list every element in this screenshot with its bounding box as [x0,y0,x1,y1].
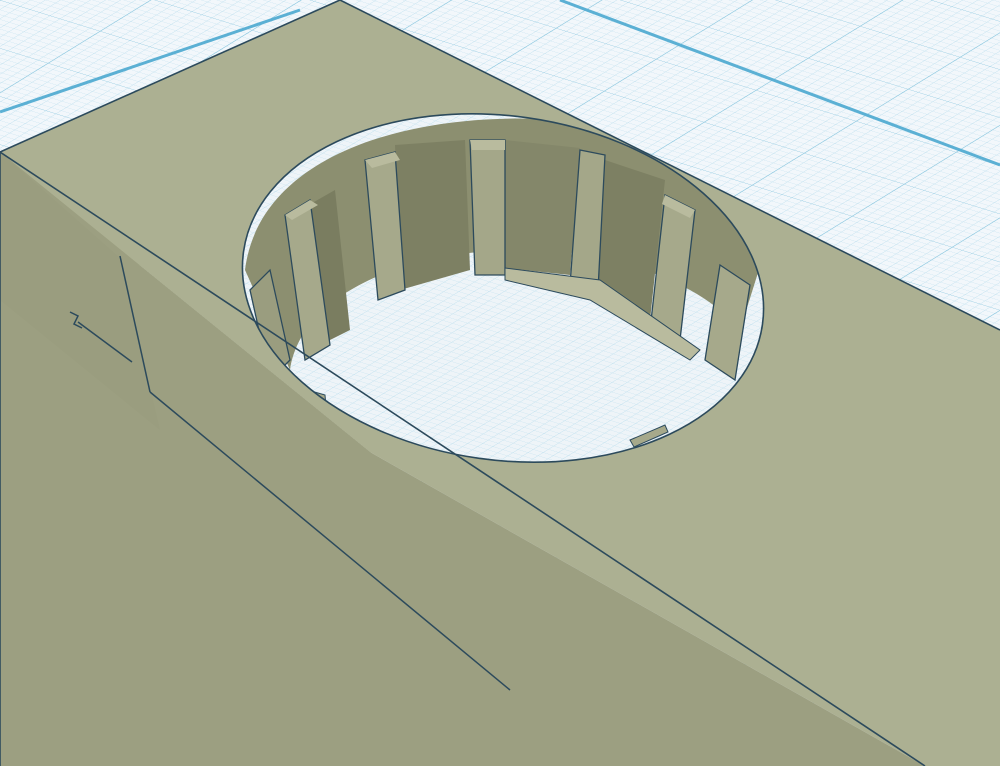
hole-rib [469,139,506,276]
scene-canvas[interactable] [0,0,1000,766]
3d-design-viewport[interactable] [0,0,1000,766]
